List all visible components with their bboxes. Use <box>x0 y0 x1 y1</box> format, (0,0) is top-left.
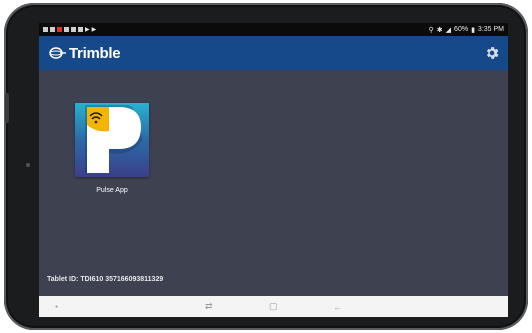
location-icon: ⚲ <box>428 26 434 34</box>
notification-icon <box>43 27 48 32</box>
pulse-logo <box>75 103 149 177</box>
notification-icons: ▶ ▶ <box>43 26 96 33</box>
notification-icon <box>71 27 76 32</box>
signal-icon: ◢ <box>445 26 452 34</box>
tablet-frame: ▶ ▶ ⚲ ✱ ◢ 60% ▮ 3:35 PM Trimble Pulse Ap… <box>4 3 528 330</box>
play-icon: ▶ <box>91 27 97 33</box>
trimble-globe-icon <box>49 47 66 59</box>
pulse-app-icon[interactable] <box>75 103 149 177</box>
front-camera <box>26 163 30 167</box>
recent-apps-icon[interactable]: ⇄ <box>205 301 213 312</box>
bluetooth-icon: ✱ <box>436 26 443 34</box>
notification-icon <box>64 27 69 32</box>
system-status: ⚲ ✱ ◢ 60% ▮ 3:35 PM <box>429 26 504 34</box>
play-icon: ▶ <box>85 27 90 33</box>
app-label: Pulse App <box>96 187 128 194</box>
pulse-app-tile[interactable]: Pulse App <box>69 97 155 205</box>
tablet-screen: ▶ ▶ ⚲ ✱ ◢ 60% ▮ 3:35 PM Trimble Pulse Ap… <box>39 23 508 317</box>
battery-level: 60% <box>454 26 469 33</box>
battery-icon: ▮ <box>471 26 475 34</box>
navigation-bar: ● ⇄ ▢ ← <box>39 296 508 317</box>
app-bar: Trimble <box>39 36 508 70</box>
tablet-id: Tablet ID: TDI610 357166093811329 <box>47 276 164 283</box>
status-bar: ▶ ▶ ⚲ ✱ ◢ 60% ▮ 3:35 PM <box>39 23 508 36</box>
gear-icon[interactable] <box>484 45 500 61</box>
trimble-logo: Trimble <box>49 44 121 62</box>
side-button <box>5 93 9 123</box>
brand-name: Trimble <box>69 44 121 62</box>
notification-icon <box>50 27 55 32</box>
home-icon[interactable]: ▢ <box>269 301 278 312</box>
notification-icon <box>57 27 62 32</box>
nav-dot-icon: ● <box>55 303 59 310</box>
notification-icon <box>78 27 83 32</box>
clock: 3:35 PM <box>477 26 504 33</box>
back-icon[interactable]: ← <box>333 302 342 312</box>
